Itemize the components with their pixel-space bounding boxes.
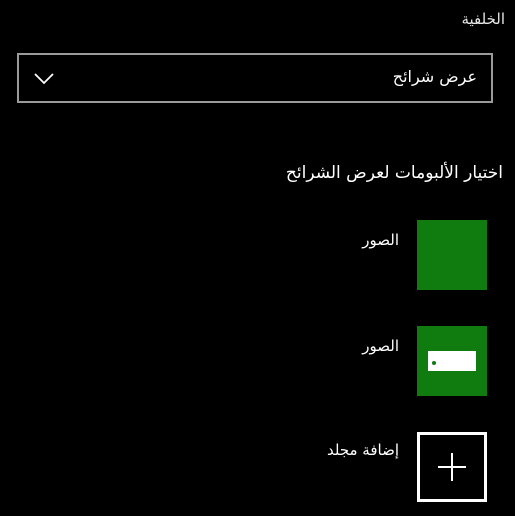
image-placeholder-icon [428, 351, 476, 371]
background-dropdown-value: عرض شرائح [392, 67, 477, 86]
album-tile[interactable] [417, 220, 487, 290]
add-folder-label: إضافة مجلد [326, 441, 399, 459]
album-label: الصور [362, 337, 399, 355]
plus-icon [438, 453, 466, 481]
background-label: الخلفية [461, 10, 505, 28]
add-folder-button[interactable] [417, 432, 487, 502]
album-tile[interactable] [417, 326, 487, 396]
album-label: الصور [362, 231, 399, 249]
choose-albums-heading: اختيار الألبومات لعرض الشرائح [285, 163, 503, 183]
background-dropdown[interactable]: عرض شرائح [17, 53, 493, 103]
settings-background-panel: الخلفية عرض شرائح اختيار الألبومات لعرض … [0, 0, 515, 516]
chevron-down-icon [34, 73, 54, 85]
